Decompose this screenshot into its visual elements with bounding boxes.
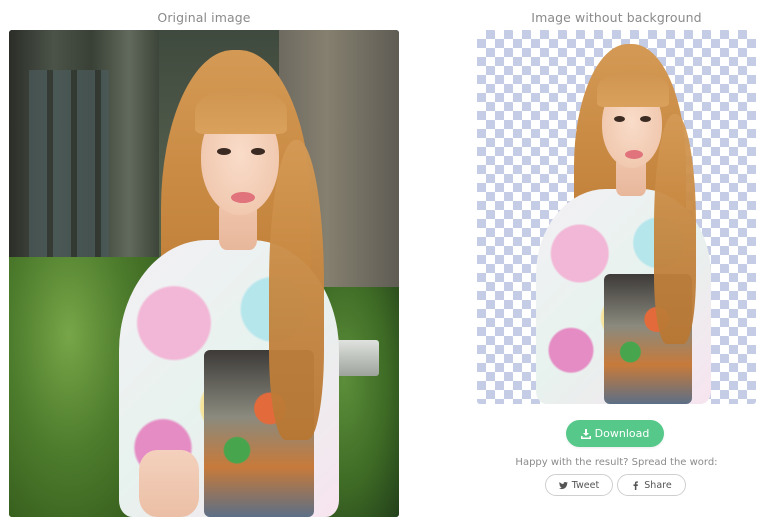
hair-strands [654,114,696,344]
share-button[interactable]: Share [617,474,686,496]
result-image-title: Image without background [531,10,702,25]
person-figure [109,50,349,517]
facebook-icon [633,480,639,490]
bangs [195,88,287,134]
left-eye [217,148,231,155]
result-image [477,30,756,404]
lips [625,150,643,159]
right-eye [251,148,265,155]
lips [231,192,255,203]
right-eye [640,116,651,122]
download-button[interactable]: Download [566,420,664,447]
spread-the-word-text: Happy with the result? Spread the word: [515,457,718,468]
bangs [597,71,669,107]
original-image-title: Original image [157,10,251,25]
tweet-button-label: Tweet [571,479,600,491]
download-icon [580,428,591,439]
person-figure-cutout [532,44,712,404]
share-button-label: Share [644,479,672,491]
left-eye [614,116,625,122]
arm [139,450,199,517]
download-button-label: Download [594,427,650,440]
twitter-icon [558,481,568,489]
tweet-button[interactable]: Tweet [545,474,613,496]
hair-strands [269,140,324,440]
original-image [9,30,399,517]
